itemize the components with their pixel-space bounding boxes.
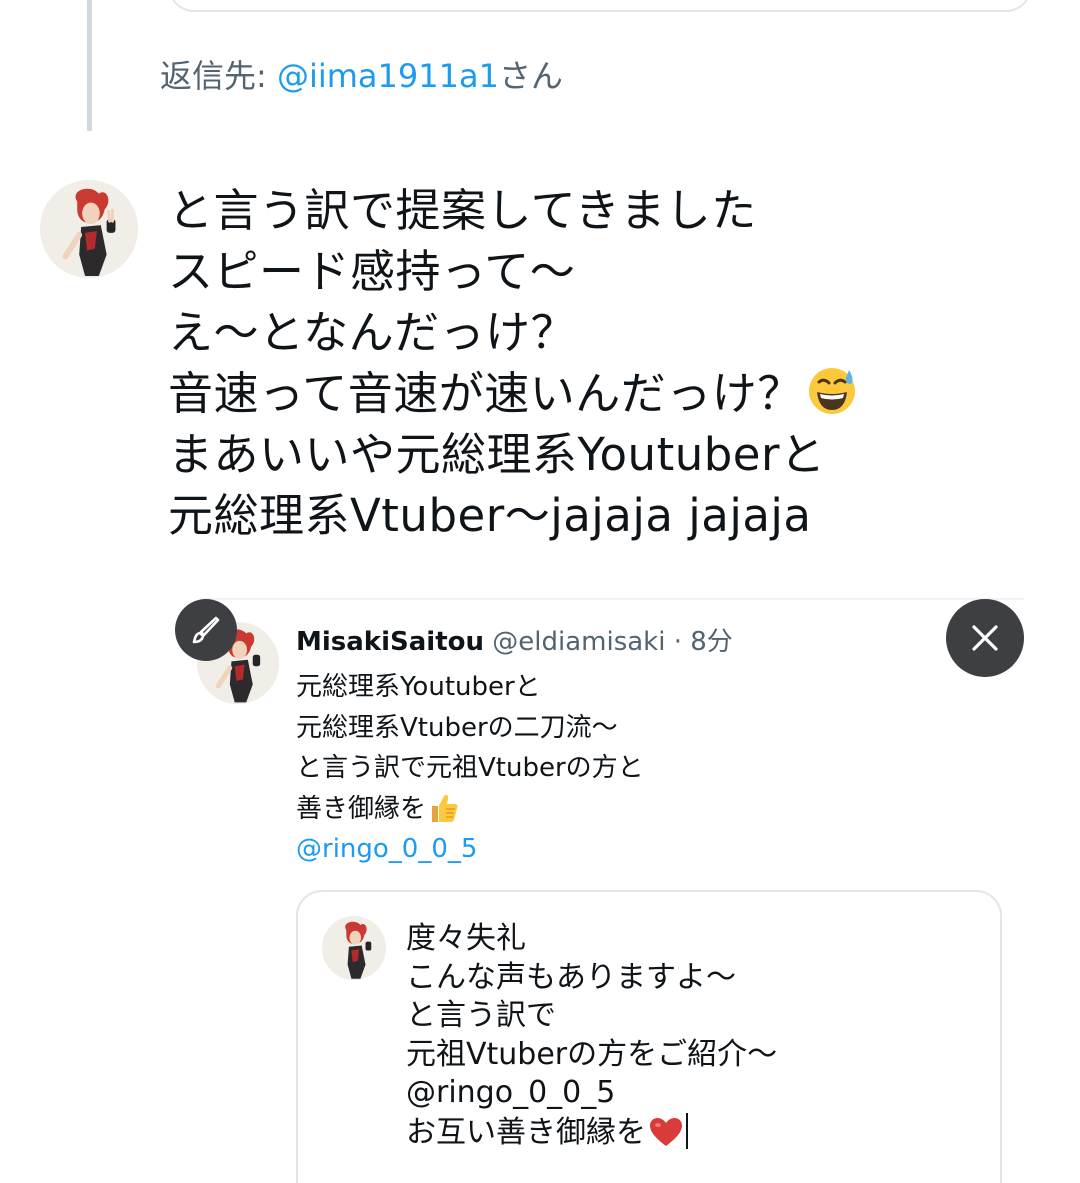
text-cursor	[686, 1112, 688, 1149]
nested-quote-line: 元祖Vtuberの方をご紹介〜	[406, 1036, 778, 1072]
compose-line: スピード感持って〜	[168, 245, 576, 298]
quote-line-with-emoji: 善き御縁を	[296, 789, 644, 830]
quote-line: と言う訳で元祖Vtuberの方と	[296, 753, 644, 783]
nested-quote-line: 度々失礼	[406, 921, 526, 956]
thread-connector-line	[87, 0, 92, 131]
nested-quote-line-with-emoji: お互い善き御縁を	[406, 1112, 777, 1153]
quote-author-name: MisakiSaitou	[296, 627, 484, 657]
replying-to-suffix: さん	[498, 57, 563, 95]
quote-author-handle: @eldiamisaki	[492, 627, 666, 657]
quote-header: MisakiSaitou @eldiamisaki · 8分	[296, 622, 733, 662]
quote-body: 元総理系Youtuberと 元総理系Vtuberの二刀流〜 と言う訳で元祖Vtu…	[296, 667, 644, 870]
tweet-compose-text[interactable]: と言う訳で提案してきました スピード感持って〜 え〜となんだっけ？ 音速って音速…	[168, 180, 1048, 546]
replying-to-prefix: 返信先:	[160, 57, 277, 95]
nested-quote-line: @ringo_0_0_5	[406, 1075, 616, 1110]
quote-timestamp: 8分	[690, 627, 733, 657]
quote-line: 元総理系Vtuberの二刀流〜	[296, 712, 618, 743]
avatar-illustration	[322, 916, 386, 980]
quote-line: 善き御縁を	[296, 793, 427, 824]
compose-line: まあいいや元総理系Youtuberと	[168, 428, 826, 481]
quote-separator: ·	[665, 627, 691, 657]
nested-quote-avatar	[322, 916, 386, 980]
replying-to-handle-link[interactable]: @iima1911a1	[277, 57, 499, 95]
nested-quote-body: 度々失礼 こんな声もありますよ〜 と言う訳で 元祖Vtuberの方をご紹介〜 @…	[406, 920, 777, 1152]
quote-mention-link[interactable]: @ringo_0_0_5	[296, 829, 644, 870]
red-heart-icon	[648, 1116, 684, 1148]
close-icon	[972, 625, 998, 651]
nested-quote-line: お互い善き御縁を	[406, 1114, 646, 1150]
replying-to-line: 返信先: @iima1911a1さん	[160, 52, 563, 100]
compose-line-with-emoji: 音速って音速が速いんだっけ？	[168, 363, 1048, 424]
compose-reply-screen: 返信先: @iima1911a1さん と言う訳で提案してきました スピード感持っ…	[0, 0, 1080, 1183]
compose-line: 元総理系Vtuber〜jajaja jajaja	[168, 489, 812, 542]
user-avatar[interactable]	[40, 180, 138, 278]
quote-line: 元総理系Youtuberと	[296, 672, 541, 702]
grinning-face-with-sweat-icon	[807, 366, 857, 416]
thumbs-up-icon	[426, 791, 460, 825]
avatar-illustration	[40, 180, 138, 278]
nested-quote-line: と言う訳で	[406, 998, 556, 1033]
compose-line: 音速って音速が速いんだっけ？	[168, 367, 803, 420]
edit-media-button[interactable]	[175, 599, 237, 661]
compose-line: と言う訳で提案してきました	[168, 184, 757, 237]
paintbrush-icon	[192, 616, 220, 644]
previous-tweet-card	[168, 0, 1032, 12]
quote-card-border	[200, 598, 1024, 600]
remove-quote-button[interactable]	[946, 599, 1024, 677]
nested-quote-line: こんな声もありますよ〜	[406, 959, 736, 995]
compose-line: え〜となんだっけ？	[168, 306, 577, 359]
